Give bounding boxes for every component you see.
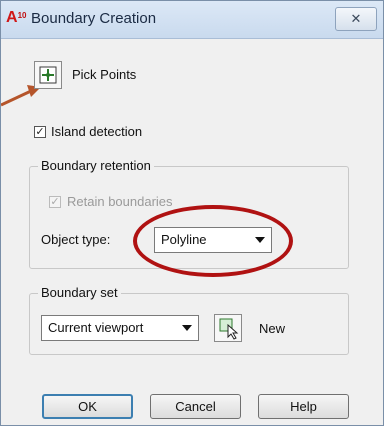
- ok-button[interactable]: OK: [42, 394, 133, 419]
- autocad-app-icon: A10: [6, 9, 27, 26]
- pick-points-button[interactable]: [34, 61, 62, 89]
- retain-boundaries-checkbox[interactable]: ✓: [49, 196, 61, 208]
- object-type-select[interactable]: Polyline: [154, 227, 272, 253]
- new-label: New: [259, 321, 286, 336]
- boundary-set-value: Current viewport: [48, 320, 144, 335]
- close-icon: ✕: [350, 11, 362, 26]
- title-bar: A10 Boundary Creation ✕: [1, 1, 383, 39]
- object-type-value: Polyline: [161, 232, 207, 247]
- boundary-retention-title: Boundary retention: [38, 158, 154, 173]
- retain-boundaries-label: Retain boundaries: [67, 194, 173, 209]
- island-detection-label[interactable]: Island detection: [51, 124, 142, 139]
- dialog-title: Boundary Creation: [31, 10, 157, 27]
- help-button[interactable]: Help: [258, 394, 349, 419]
- boundary-creation-dialog: A10 Boundary Creation ✕ Pick Points ✓ Is…: [0, 0, 384, 426]
- chevron-down-icon: [182, 325, 192, 331]
- close-button[interactable]: ✕: [335, 7, 377, 31]
- new-boundary-set-button[interactable]: [214, 314, 242, 342]
- island-detection-checkbox[interactable]: ✓: [34, 126, 46, 138]
- object-type-label: Object type:: [41, 232, 111, 247]
- boundary-set-select[interactable]: Current viewport: [41, 315, 199, 341]
- boundary-retention-group: [29, 166, 349, 269]
- chevron-down-icon: [255, 237, 265, 243]
- pick-points-icon: [39, 66, 57, 84]
- boundary-set-title: Boundary set: [38, 285, 121, 300]
- pick-points-label[interactable]: Pick Points: [72, 67, 136, 82]
- cancel-button[interactable]: Cancel: [150, 394, 241, 419]
- select-objects-icon: [219, 318, 239, 340]
